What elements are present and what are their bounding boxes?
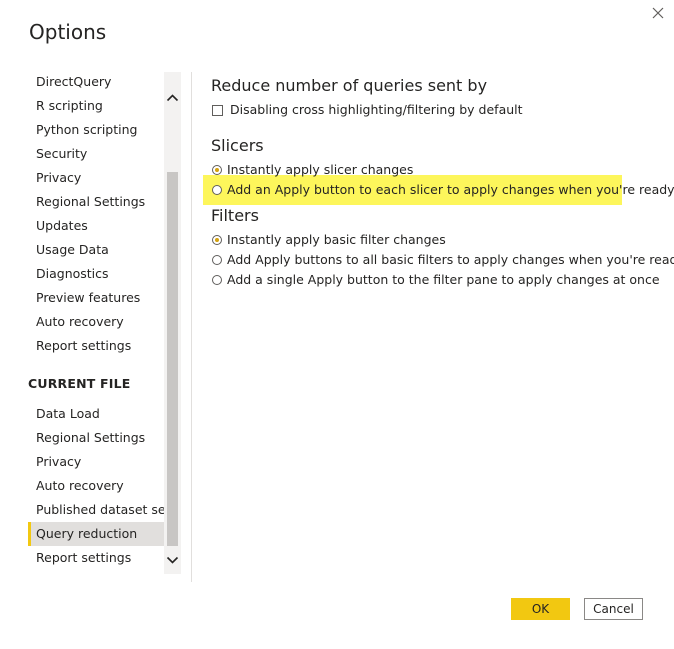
nav-item-diagnostics[interactable]: Diagnostics — [28, 262, 164, 286]
filter-instant-label: Instantly apply basic filter changes — [227, 232, 446, 247]
cross-highlighting-label: Disabling cross highlighting/filtering b… — [230, 102, 523, 117]
filter-option-single-apply[interactable]: Add a single Apply button to the filter … — [212, 271, 660, 289]
filter-option-apply-buttons[interactable]: Add Apply buttons to all basic filters t… — [212, 251, 674, 269]
nav-scrollbar[interactable] — [164, 72, 181, 574]
dialog-title: Options — [29, 20, 107, 44]
nav-item-directquery[interactable]: DirectQuery — [28, 70, 164, 94]
reduce-queries-title: Reduce number of queries sent by — [211, 76, 488, 95]
nav-item-file-privacy[interactable]: Privacy — [28, 450, 164, 474]
close-icon[interactable] — [649, 4, 667, 22]
nav-item-preview-features[interactable]: Preview features — [28, 286, 164, 310]
filter-single-apply-radio[interactable] — [212, 275, 222, 285]
slicer-instant-label: Instantly apply slicer changes — [227, 162, 414, 177]
disable-cross-highlighting-option[interactable]: Disabling cross highlighting/filtering b… — [212, 101, 523, 119]
filter-option-instant[interactable]: Instantly apply basic filter changes — [212, 231, 446, 249]
cancel-button[interactable]: Cancel — [584, 598, 643, 620]
nav-item-auto-recovery[interactable]: Auto recovery — [28, 310, 164, 334]
nav-item-security[interactable]: Security — [28, 142, 164, 166]
slicer-option-instant[interactable]: Instantly apply slicer changes — [212, 161, 413, 179]
slicer-option-apply-button[interactable]: Add an Apply button to each slicer to ap… — [212, 181, 674, 199]
nav-item-python-scripting[interactable]: Python scripting — [28, 118, 164, 142]
nav-item-regional-settings[interactable]: Regional Settings — [28, 190, 164, 214]
ok-button[interactable]: OK — [511, 598, 570, 620]
nav-item-published-dataset-settings[interactable]: Published dataset set... — [28, 498, 164, 522]
filter-apply-buttons-label: Add Apply buttons to all basic filters t… — [227, 252, 674, 267]
cross-highlighting-checkbox[interactable] — [212, 104, 223, 116]
scrollbar-thumb[interactable] — [167, 172, 178, 546]
nav-item-data-load[interactable]: Data Load — [28, 402, 164, 426]
slicer-apply-radio[interactable] — [212, 185, 222, 195]
nav-item-file-report-settings[interactable]: Report settings — [28, 546, 164, 570]
filters-title: Filters — [211, 206, 259, 225]
nav-item-r-scripting[interactable]: R scripting — [28, 94, 164, 118]
filter-instant-radio[interactable] — [212, 235, 222, 245]
chevron-down-icon[interactable] — [164, 550, 181, 570]
slicers-title: Slicers — [211, 136, 264, 155]
slicer-apply-label: Add an Apply button to each slicer to ap… — [227, 182, 674, 197]
nav-item-usage-data[interactable]: Usage Data — [28, 238, 164, 262]
nav-item-query-reduction[interactable]: Query reduction — [28, 522, 164, 546]
nav-item-updates[interactable]: Updates — [28, 214, 164, 238]
filter-single-apply-label: Add a single Apply button to the filter … — [227, 272, 660, 287]
nav-divider — [191, 72, 192, 582]
slicer-instant-radio[interactable] — [212, 165, 222, 175]
chevron-up-icon[interactable] — [164, 88, 181, 108]
nav-item-file-regional-settings[interactable]: Regional Settings — [28, 426, 164, 450]
nav-item-report-settings[interactable]: Report settings — [28, 334, 164, 358]
filter-apply-buttons-radio[interactable] — [212, 255, 222, 265]
current-file-header: CURRENT FILE — [28, 376, 131, 391]
nav-item-file-auto-recovery[interactable]: Auto recovery — [28, 474, 164, 498]
nav-item-privacy[interactable]: Privacy — [28, 166, 164, 190]
